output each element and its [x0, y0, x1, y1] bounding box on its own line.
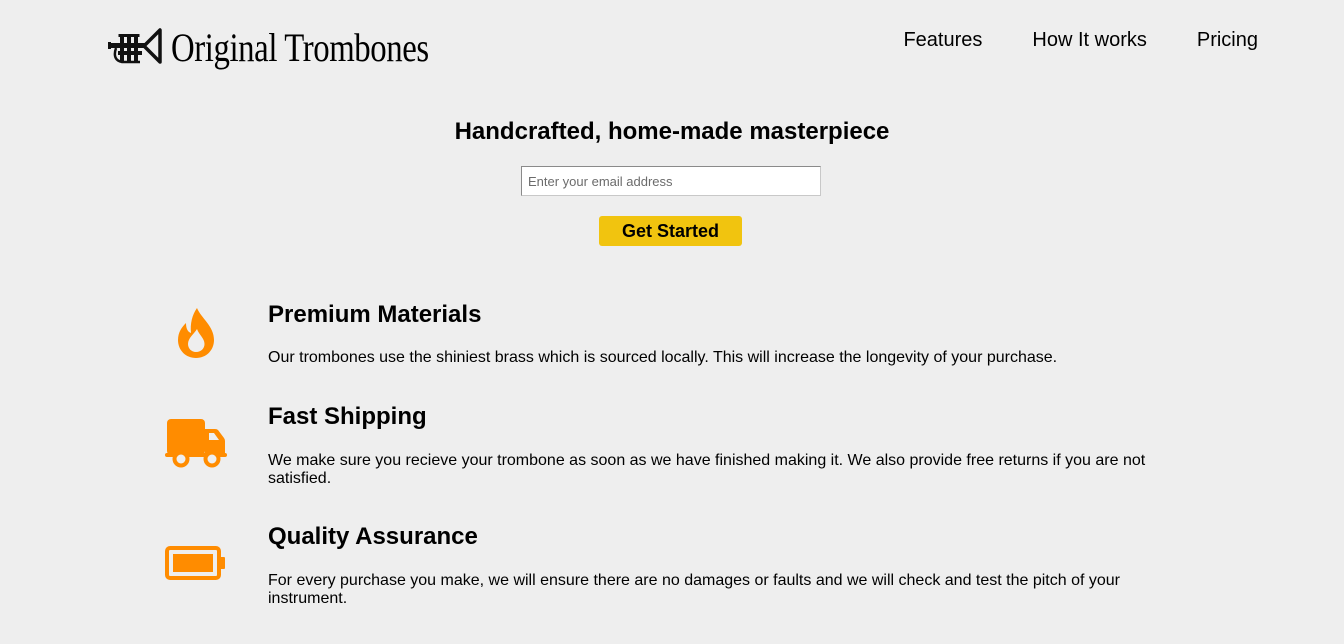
truck-icon: [165, 419, 227, 468]
trumpet-icon: [108, 28, 162, 64]
brand-logo[interactable]: Original Trombones: [108, 22, 485, 74]
site-header: Original Trombones Features How It works…: [0, 0, 1344, 90]
brand-name: Original Trombones: [171, 25, 429, 70]
nav-link-pricing[interactable]: Pricing: [1197, 28, 1258, 52]
battery-full-icon: [165, 546, 225, 580]
main-nav: Features How It works Pricing: [903, 28, 1258, 52]
fire-icon: [178, 308, 214, 358]
hero-title: Handcrafted, home-made masterpiece: [454, 118, 890, 145]
email-input[interactable]: [521, 166, 821, 196]
feature-title: Quality Assurance: [268, 523, 478, 550]
nav-link-how-it-works[interactable]: How It works: [1032, 28, 1146, 52]
feature-description: Our trombones use the shiniest brass whi…: [268, 349, 1058, 366]
feature-title: Premium Materials: [268, 301, 482, 328]
feature-description: For every purchase you make, we will ens…: [268, 572, 1120, 607]
get-started-button[interactable]: Get Started: [599, 216, 742, 246]
feature-title: Fast Shipping: [268, 403, 427, 430]
nav-link-features[interactable]: Features: [903, 28, 982, 52]
feature-description: We make sure you recieve your trombone a…: [268, 452, 1146, 487]
